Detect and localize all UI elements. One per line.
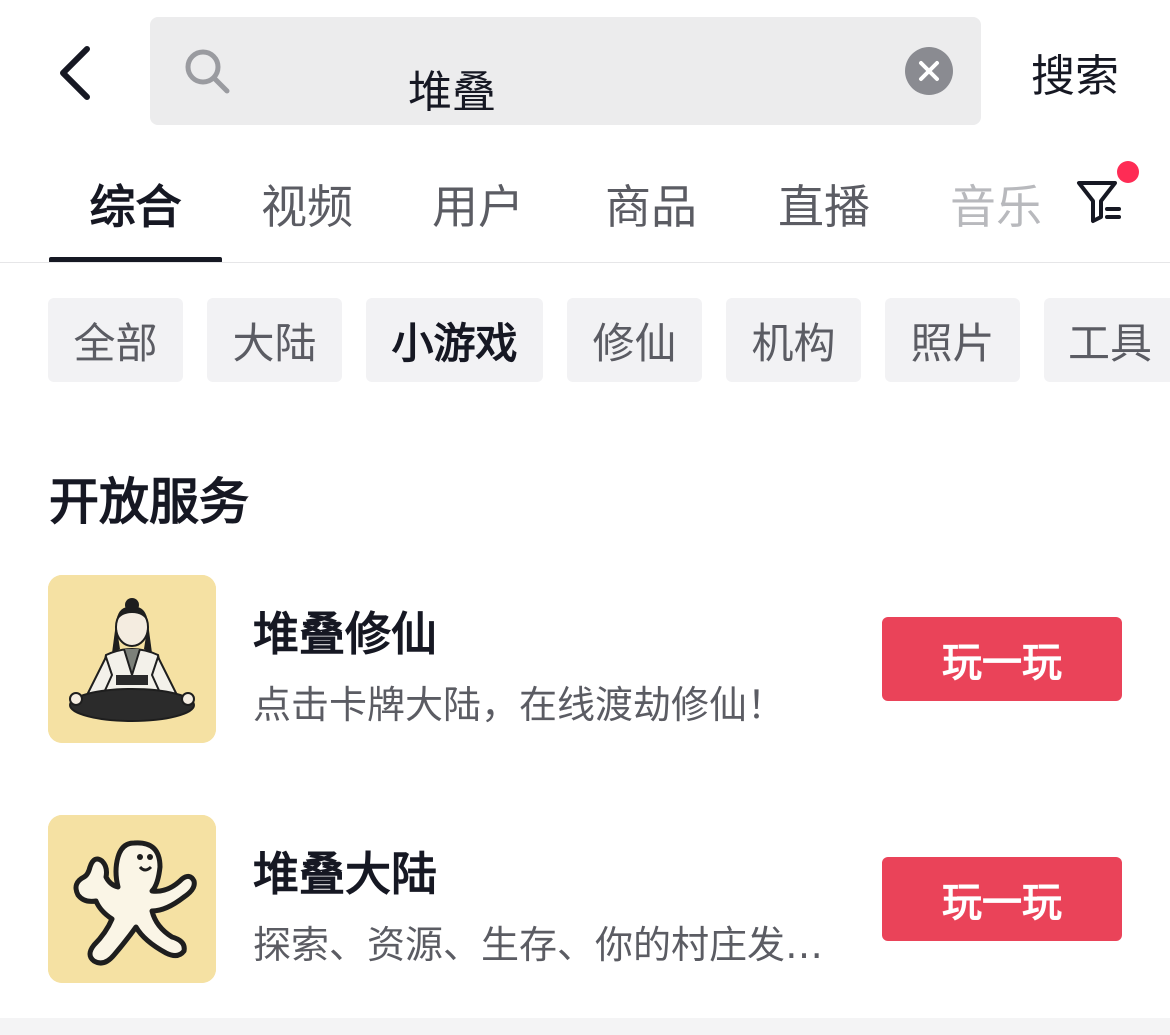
back-button[interactable] [40,38,110,108]
search-box[interactable] [150,17,1028,142]
notification-dot [1117,161,1139,183]
tab-music[interactable]: 音乐 [910,172,1060,236]
meditating-cultivator-icon [48,575,216,743]
tab-video[interactable]: 视频 [222,172,392,236]
search-submit-button[interactable]: 搜索 [1010,40,1140,104]
list-item-thumbnail[interactable] [48,575,216,743]
filter-button[interactable] [1070,172,1128,230]
clear-search-button[interactable] [905,47,953,95]
chip-all[interactable]: 全部 [48,298,183,382]
close-icon [919,61,939,81]
tab-products[interactable]: 商品 [564,172,738,236]
filter-icon [1077,181,1121,223]
play-button[interactable]: 玩一玩 [882,617,1122,701]
dancing-doodle-figure-icon [48,815,216,983]
list-item-thumbnail[interactable] [48,815,216,983]
chevron-left-icon [60,46,90,100]
tab-live[interactable]: 直播 [738,172,910,236]
list-item-title[interactable]: 堆叠修仙 [253,598,437,664]
tab-general[interactable]: 综合 [49,172,222,236]
search-icon [182,46,232,96]
chip-cultivation[interactable]: 修仙 [567,298,702,382]
play-button[interactable]: 玩一玩 [882,857,1122,941]
list-item-title[interactable]: 堆叠大陆 [253,838,437,904]
chip-mainland[interactable]: 大陆 [207,298,342,382]
section-title: 开放服务 [49,473,249,531]
chip-institution[interactable]: 机构 [726,298,861,382]
bottom-divider [0,1018,1170,1035]
chip-mini-games[interactable]: 小游戏 [366,298,543,382]
chip-tools[interactable]: 工具 [1044,298,1170,382]
list-item-description: 点击卡牌大陆，在线渡劫修仙！ [253,683,786,727]
list-item-description: 探索、资源、生存、你的村庄发展… [253,923,853,967]
tabs-divider [0,262,1170,263]
tab-users[interactable]: 用户 [392,172,564,236]
chip-photos[interactable]: 照片 [885,298,1020,382]
